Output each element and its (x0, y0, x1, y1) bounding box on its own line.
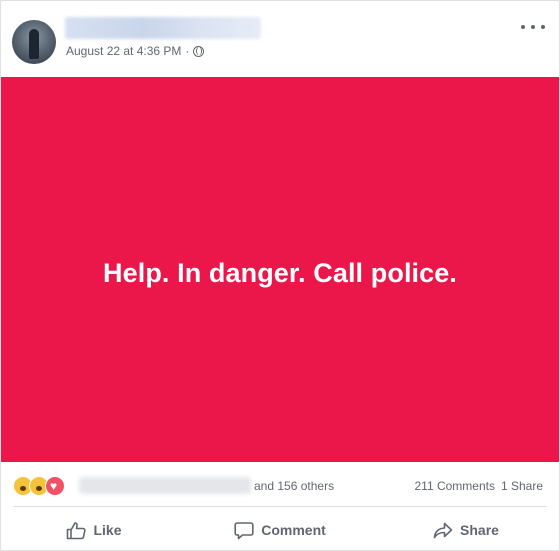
comment-label: Comment (261, 522, 326, 538)
comments-count-link[interactable]: 211 Comments (414, 479, 494, 493)
engagement-counts: 211 Comments 1 Share (414, 479, 543, 493)
meta-separator: · (185, 44, 190, 58)
comment-button[interactable]: Comment (187, 510, 373, 550)
post-card: August 22 at 4:36 PM · Help. In danger. … (0, 0, 560, 551)
post-meta: August 22 at 4:36 PM · (66, 44, 205, 58)
divider (13, 506, 547, 507)
author-name-redacted[interactable] (65, 17, 261, 39)
shares-count-link[interactable]: 1 Share (501, 479, 543, 493)
dot (541, 25, 545, 29)
reactions-others-link[interactable]: and 156 others (254, 479, 334, 493)
dot (531, 25, 535, 29)
reaction-icons[interactable] (13, 476, 65, 496)
post-header: August 22 at 4:36 PM · (1, 1, 559, 77)
share-button[interactable]: Share (373, 510, 559, 550)
like-button[interactable]: Like (1, 510, 187, 550)
like-label: Like (93, 522, 122, 538)
post-timestamp[interactable]: August 22 at 4:36 PM (66, 44, 181, 58)
post-actions-bar: Like Comment Share (1, 510, 559, 550)
dot (521, 25, 525, 29)
comment-icon (234, 521, 254, 539)
reactor-names-redacted[interactable] (79, 477, 251, 494)
more-options-icon[interactable] (521, 17, 545, 37)
post-image-text: Help. In danger. Call police. (103, 258, 457, 288)
share-label: Share (460, 522, 499, 538)
share-arrow-icon (433, 522, 453, 538)
love-reaction-icon (45, 476, 65, 496)
post-image[interactable]: Help. In danger. Call police. (1, 77, 559, 462)
reactions-summary: and 156 others 211 Comments 1 Share (1, 474, 559, 498)
thumbs-up-icon (67, 521, 87, 539)
avatar-figure (29, 29, 39, 59)
avatar[interactable] (12, 20, 56, 64)
globe-icon[interactable] (193, 45, 205, 57)
